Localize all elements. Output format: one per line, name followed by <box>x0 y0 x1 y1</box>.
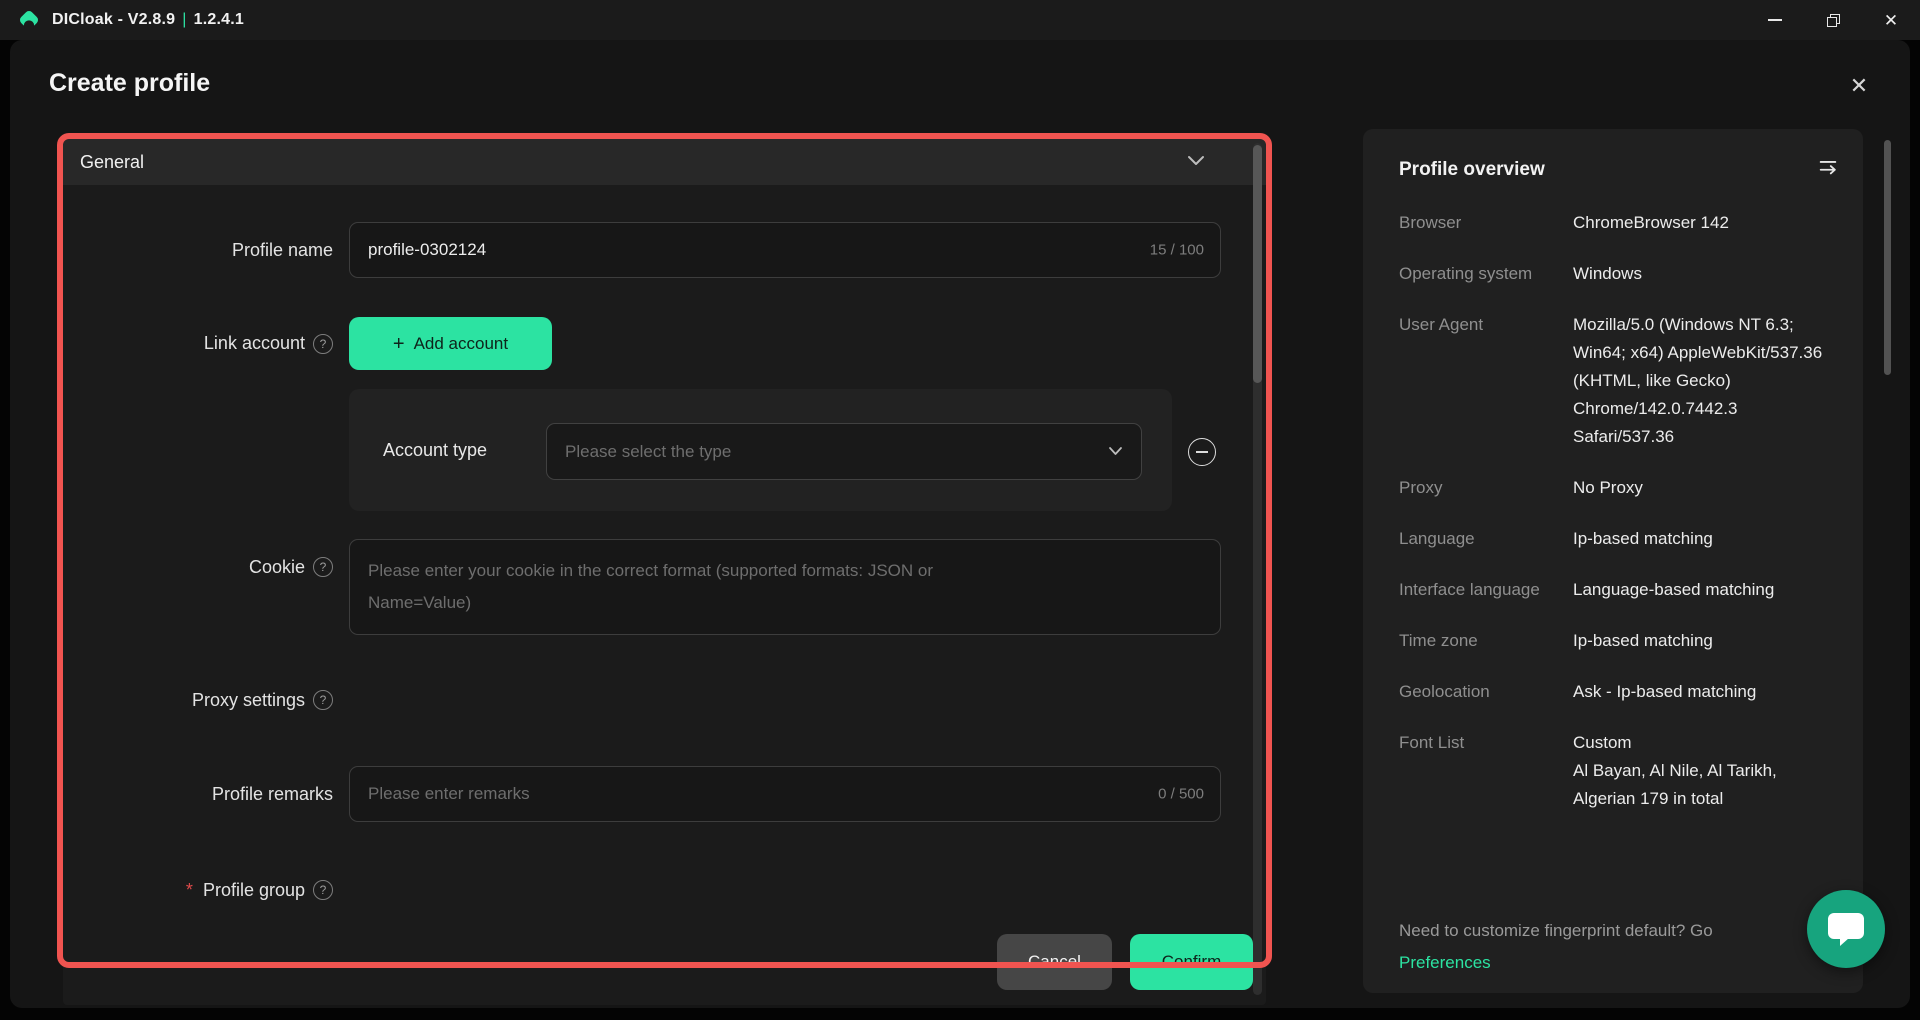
profile-overview-panel: Profile overview Browser ChromeBrowser 1… <box>1363 129 1863 993</box>
account-type-label: Account type <box>383 389 487 511</box>
overview-row-time-zone: Time zone Ip-based matching <box>1399 627 1841 655</box>
chevron-down-icon <box>1108 443 1123 461</box>
remove-account-button[interactable] <box>1188 438 1216 466</box>
add-account-button[interactable]: + Add account <box>349 317 552 370</box>
profile-remarks-counter: 0 / 500 <box>1158 786 1204 803</box>
profile-name-counter: 15 / 100 <box>1150 242 1204 259</box>
form-scrollbar[interactable] <box>1253 143 1262 995</box>
overview-row-font-list: Font List Custom Al Bayan, Al Nile, Al T… <box>1399 729 1841 813</box>
help-icon[interactable]: ? <box>313 557 333 577</box>
cancel-button[interactable]: Cancel <box>997 934 1112 990</box>
minus-icon <box>1196 451 1208 453</box>
profile-remarks-label: Profile remarks <box>80 766 333 822</box>
collapse-panel-icon[interactable] <box>1817 157 1839 182</box>
link-account-label: Link account ? <box>80 317 333 370</box>
form-scrollbar-thumb[interactable] <box>1253 145 1262 383</box>
minimize-button[interactable] <box>1746 0 1804 40</box>
cookie-textarea[interactable] <box>349 539 1221 635</box>
confirm-button[interactable]: Confirm <box>1130 934 1253 990</box>
profile-name-input[interactable] <box>350 223 1220 277</box>
restore-button[interactable] <box>1804 0 1862 40</box>
overview-row-proxy: Proxy No Proxy <box>1399 474 1841 502</box>
profile-name-label: Profile name <box>80 222 333 278</box>
dicloak-logo-icon <box>16 7 42 33</box>
plus-icon: + <box>393 334 405 354</box>
help-icon[interactable]: ? <box>313 690 333 710</box>
profile-name-field: 15 / 100 <box>349 222 1221 278</box>
title-version-separator: | <box>182 11 186 28</box>
window-titlebar: DICloak - V2.8.9|1.2.4.1 ✕ <box>0 0 1920 40</box>
overview-row-interface-language: Interface language Language-based matchi… <box>1399 576 1841 604</box>
required-asterisk: * <box>186 880 193 901</box>
general-section-title: General <box>80 152 144 173</box>
modal-close-button[interactable]: ✕ <box>1843 70 1875 102</box>
profile-remarks-field: 0 / 500 <box>349 766 1221 822</box>
preferences-link[interactable]: Preferences <box>1399 953 1491 972</box>
overview-row-user-agent: User Agent Mozilla/5.0 (Windows NT 6.3; … <box>1399 311 1841 451</box>
chat-bubble-icon <box>1824 907 1868 952</box>
modal-close-icon: ✕ <box>1850 73 1868 99</box>
profile-remarks-input[interactable] <box>350 767 1220 821</box>
window-close-button[interactable]: ✕ <box>1862 0 1920 40</box>
modal-title: Create profile <box>49 69 210 98</box>
window-close-icon: ✕ <box>1884 12 1898 29</box>
account-type-panel: Account type Please select the type <box>349 389 1172 511</box>
account-type-placeholder: Please select the type <box>565 442 731 462</box>
help-icon[interactable]: ? <box>313 334 333 354</box>
profile-overview-title: Profile overview <box>1399 159 1545 181</box>
chevron-down-icon <box>1187 154 1205 172</box>
support-chat-button[interactable] <box>1807 890 1885 968</box>
overview-row-operating-system: Operating system Windows <box>1399 260 1841 288</box>
profile-group-label: * Profile group ? <box>80 862 333 918</box>
minimize-icon <box>1768 19 1782 21</box>
window-title: DICloak - V2.8.9|1.2.4.1 <box>52 11 244 29</box>
account-type-select[interactable]: Please select the type <box>546 423 1142 480</box>
fingerprint-hint: Need to customize fingerprint default? G… <box>1399 915 1847 979</box>
overview-row-geolocation: Geolocation Ask - Ip-based matching <box>1399 678 1841 706</box>
restore-icon <box>1827 14 1840 27</box>
overview-row-language: Language Ip-based matching <box>1399 525 1841 553</box>
cookie-label: Cookie ? <box>80 539 333 595</box>
general-section-header[interactable]: General <box>63 139 1266 185</box>
proxy-settings-label: Proxy settings ? <box>80 672 333 728</box>
profile-overview-rows: Browser ChromeBrowser 142 Operating syst… <box>1399 209 1841 901</box>
overview-row-browser: Browser ChromeBrowser 142 <box>1399 209 1841 237</box>
modal-scrollbar-thumb[interactable] <box>1884 140 1891 375</box>
help-icon[interactable]: ? <box>313 880 333 900</box>
